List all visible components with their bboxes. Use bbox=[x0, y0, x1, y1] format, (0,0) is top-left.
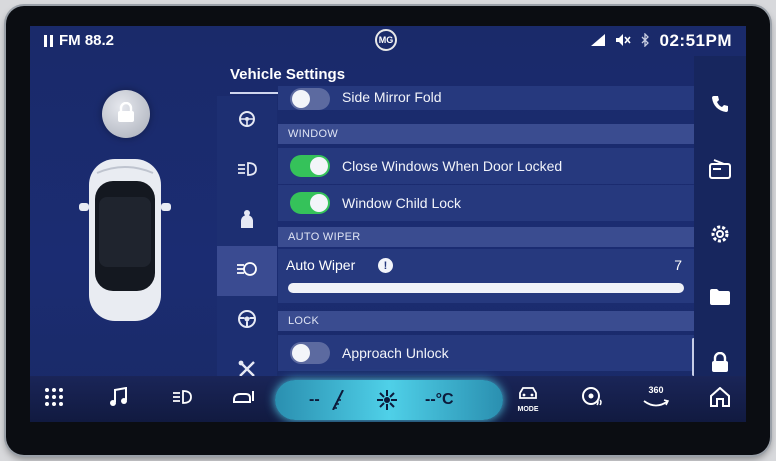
seat-icon bbox=[237, 209, 257, 234]
setting-window-child-lock[interactable]: Window Child Lock bbox=[278, 185, 694, 221]
car-mode-icon bbox=[518, 386, 538, 405]
category-seats[interactable] bbox=[217, 196, 277, 246]
window-child-lock-toggle[interactable] bbox=[290, 192, 330, 214]
steering-heat-button[interactable] bbox=[570, 376, 614, 422]
radio-icon bbox=[709, 158, 731, 184]
close-windows-toggle[interactable] bbox=[290, 155, 330, 177]
steering-wheel-assist-icon bbox=[237, 109, 257, 134]
window-child-lock-label: Window Child Lock bbox=[342, 195, 462, 211]
camera-360-button[interactable]: 360 bbox=[634, 376, 678, 422]
section-lock: LOCK bbox=[278, 311, 694, 331]
right-temperature[interactable]: --°C bbox=[425, 391, 454, 409]
camera-360-label: 360 bbox=[648, 385, 664, 395]
lock-icon bbox=[711, 351, 729, 377]
steering-wheel-icon bbox=[237, 309, 257, 334]
apps-grid-icon bbox=[44, 387, 64, 412]
camera-360-icon bbox=[642, 395, 670, 413]
section-window: WINDOW bbox=[278, 124, 694, 144]
vehicle-top-view bbox=[79, 159, 171, 321]
category-rail bbox=[217, 96, 277, 422]
home-button[interactable] bbox=[698, 376, 742, 422]
drive-mode-button[interactable]: MODE bbox=[506, 376, 550, 422]
auto-wiper-label: Auto Wiper bbox=[286, 257, 356, 273]
drive-mode-label: MODE bbox=[517, 405, 539, 413]
fan-icon[interactable] bbox=[375, 388, 399, 417]
lights-button[interactable] bbox=[160, 376, 204, 422]
phone-button[interactable] bbox=[694, 81, 746, 131]
infotainment-screen: FM 88.2 MG 02:51PM Vehicle Settings Side… bbox=[30, 26, 746, 422]
music-icon bbox=[108, 386, 128, 412]
headlight-icon bbox=[236, 161, 258, 182]
category-driving-assist[interactable] bbox=[217, 96, 277, 146]
files-button[interactable] bbox=[694, 274, 746, 324]
seat-heat-button[interactable] bbox=[222, 376, 266, 422]
radio-label: FM 88.2 bbox=[59, 32, 115, 49]
seat-heat-icon bbox=[232, 388, 256, 411]
clock: 02:51PM bbox=[659, 31, 732, 50]
settings-list: Side Mirror Fold WINDOW Close Windows Wh… bbox=[278, 86, 694, 422]
lock-icon bbox=[117, 101, 135, 127]
bottom-dock: -- --°C MODE 360 bbox=[30, 376, 746, 422]
mute-icon bbox=[615, 33, 631, 50]
home-icon bbox=[709, 386, 731, 412]
left-temperature[interactable]: -- bbox=[309, 391, 320, 409]
radio-status[interactable]: FM 88.2 bbox=[44, 32, 114, 49]
apps-button[interactable] bbox=[32, 376, 76, 422]
section-auto-wiper: AUTO WIPER bbox=[278, 227, 694, 247]
door-lock-button[interactable] bbox=[102, 90, 150, 138]
headlight-icon bbox=[171, 389, 193, 410]
climate-control: -- --°C bbox=[275, 380, 503, 420]
pause-icon[interactable] bbox=[44, 34, 53, 47]
phone-icon bbox=[710, 94, 730, 119]
side-mirror-fold-label: Side Mirror Fold bbox=[342, 89, 442, 105]
fan-speed-icon bbox=[331, 389, 345, 415]
music-button[interactable] bbox=[96, 376, 140, 422]
steering-heat-icon bbox=[581, 386, 603, 413]
status-bar: FM 88.2 MG 02:51PM bbox=[30, 26, 746, 56]
auto-wiper-slider[interactable] bbox=[288, 283, 684, 293]
right-shortcut-rail bbox=[694, 56, 746, 376]
status-icons: 02:51PM bbox=[590, 31, 732, 51]
folder-icon bbox=[709, 288, 731, 311]
auto-wiper-value: 7 bbox=[674, 257, 682, 273]
setting-auto-wiper: Auto Wiper ! 7 bbox=[278, 249, 694, 303]
side-mirror-fold-toggle[interactable] bbox=[290, 88, 330, 110]
setting-approach-unlock[interactable]: Approach Unlock bbox=[278, 335, 694, 371]
gear-icon bbox=[709, 223, 731, 250]
setting-close-windows[interactable]: Close Windows When Door Locked bbox=[278, 148, 694, 184]
info-icon[interactable]: ! bbox=[378, 258, 393, 273]
approach-unlock-toggle[interactable] bbox=[290, 342, 330, 364]
category-steering[interactable] bbox=[217, 296, 277, 346]
category-vehicle[interactable] bbox=[217, 246, 277, 296]
category-lights[interactable] bbox=[217, 146, 277, 196]
bluetooth-icon bbox=[641, 31, 650, 50]
settings-button[interactable] bbox=[694, 211, 746, 261]
radio-button[interactable] bbox=[694, 146, 746, 196]
car-settings-icon bbox=[235, 260, 259, 283]
approach-unlock-label: Approach Unlock bbox=[342, 345, 449, 361]
signal-icon bbox=[590, 33, 605, 49]
brand-logo: MG bbox=[375, 29, 397, 51]
setting-side-mirror-fold[interactable]: Side Mirror Fold bbox=[278, 86, 694, 110]
page-title: Vehicle Settings bbox=[230, 66, 346, 83]
close-windows-label: Close Windows When Door Locked bbox=[342, 158, 563, 174]
